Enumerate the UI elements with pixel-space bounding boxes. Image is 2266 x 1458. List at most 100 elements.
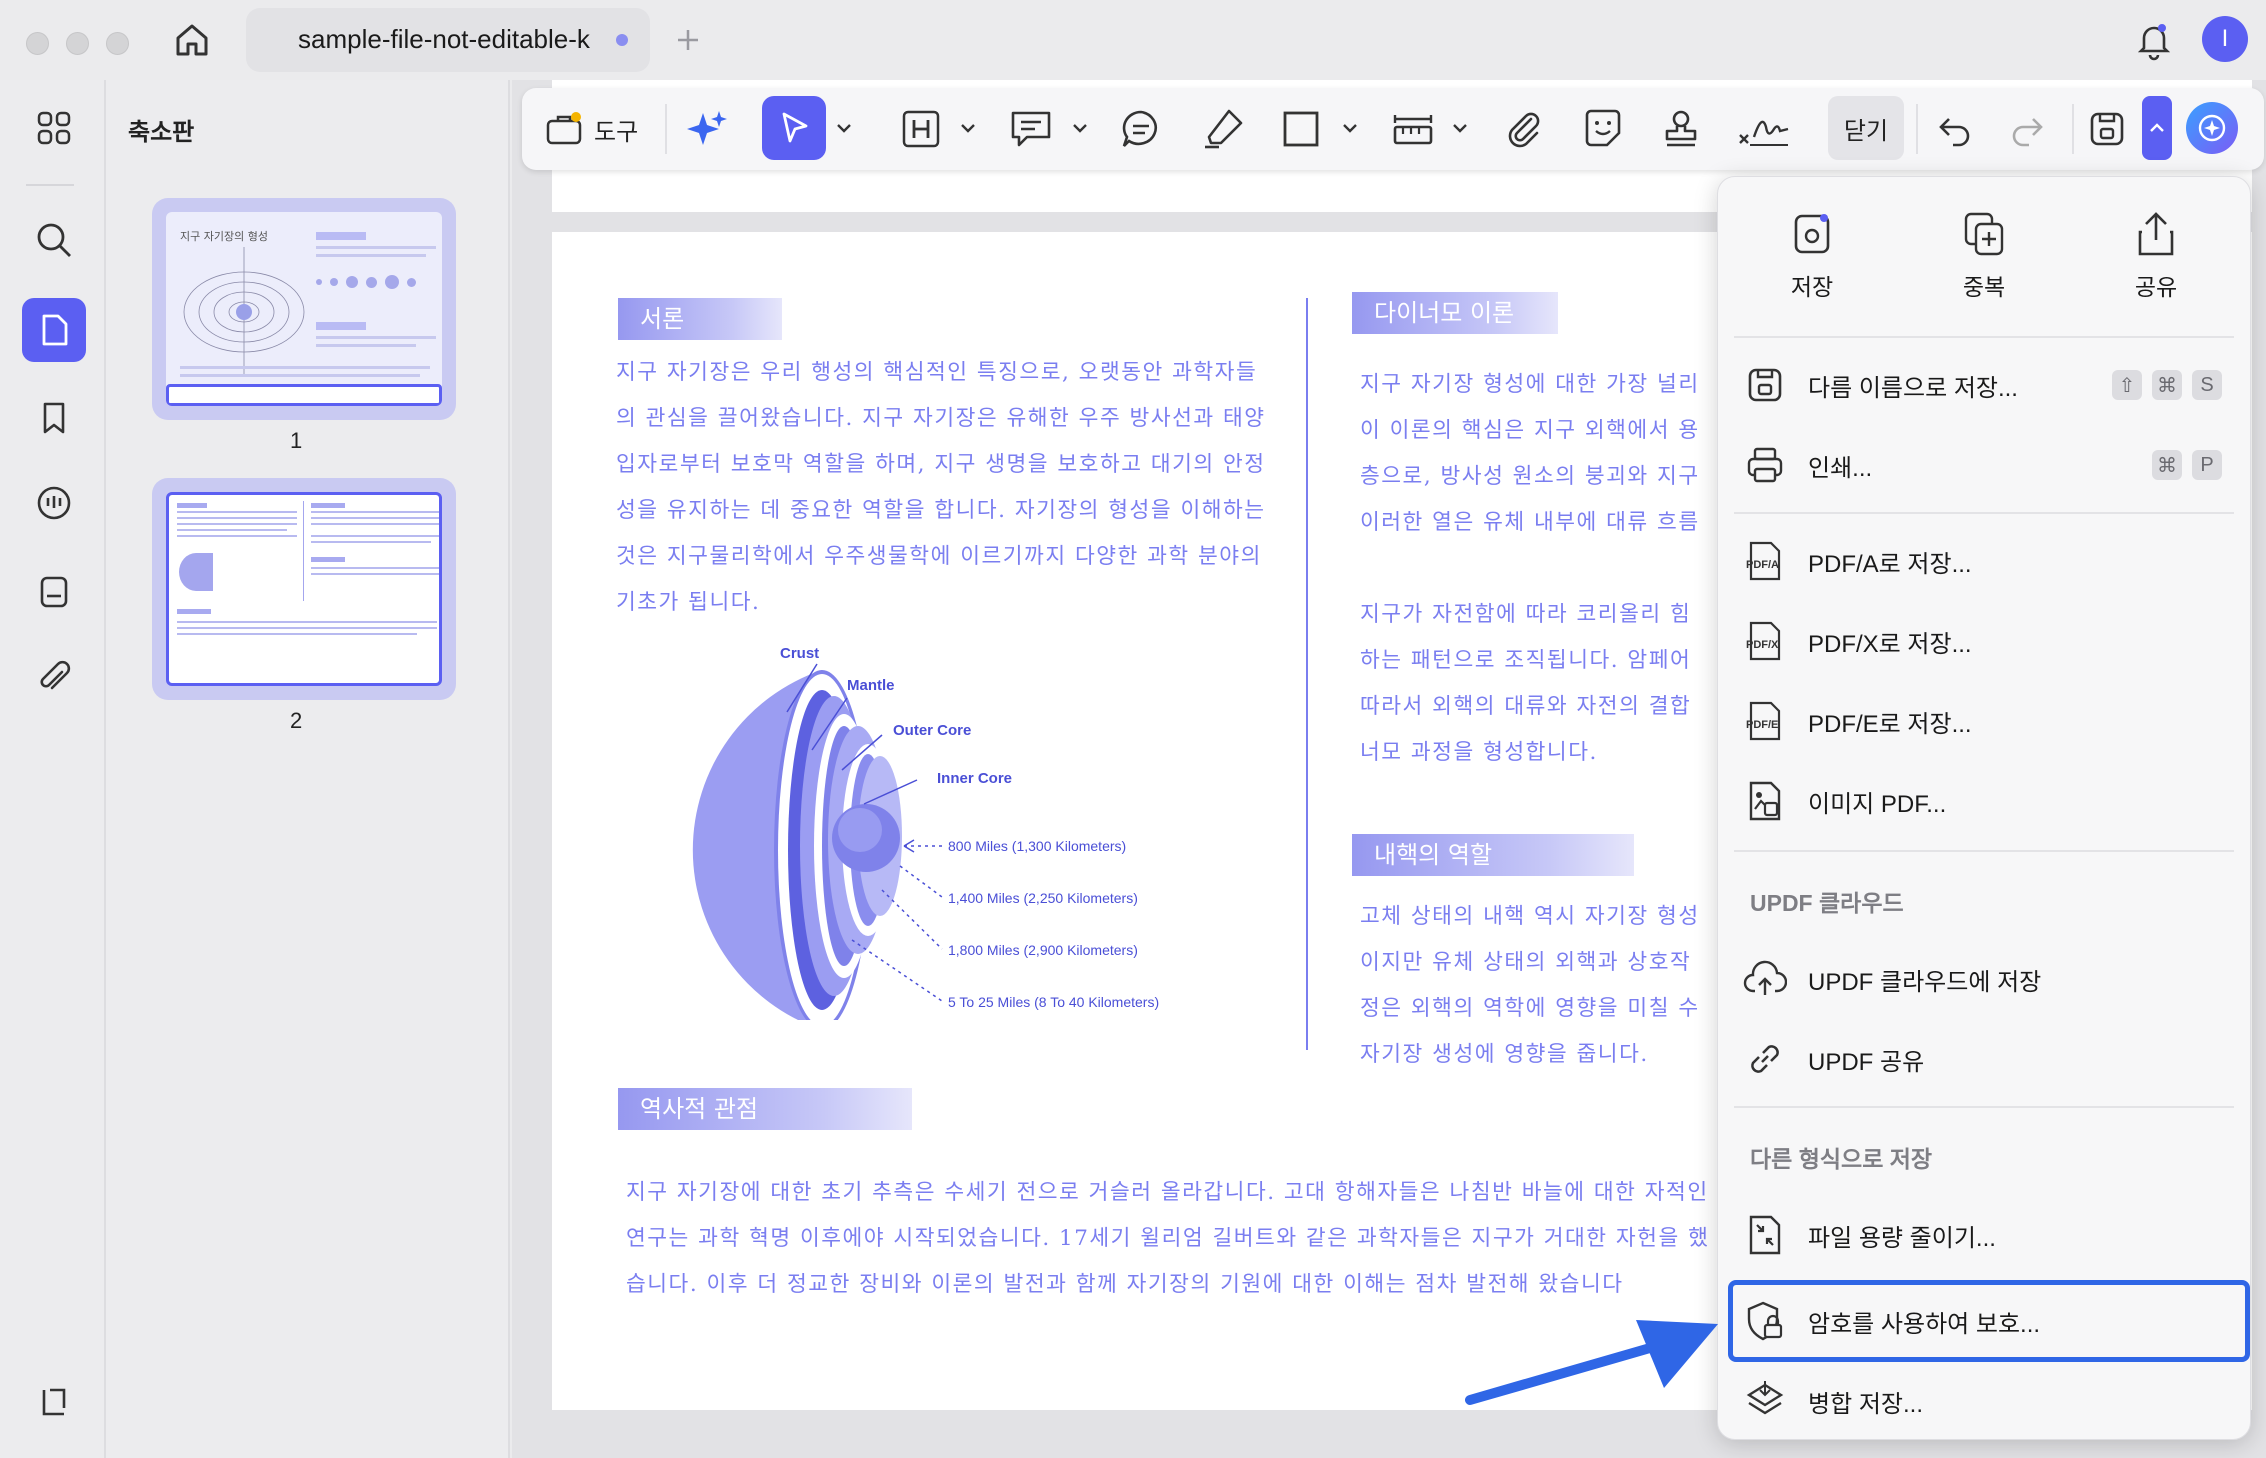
updf-logo-icon[interactable]: [22, 1370, 86, 1434]
signature-icon[interactable]: [1736, 104, 1792, 154]
section-heading-history: 역사적 관점: [618, 1088, 912, 1130]
form-icon[interactable]: [22, 560, 86, 624]
tab-title: sample-file-not-editable-k: [298, 24, 590, 54]
sticker-icon[interactable]: [1578, 104, 1628, 154]
ai-sparkle-icon[interactable]: [682, 104, 732, 154]
image-pdf-label: 이미지 PDF...: [1808, 790, 1947, 818]
menu-separator: [1734, 1106, 2234, 1108]
ai-assistant-icon[interactable]: [2186, 102, 2238, 154]
chevron-down-icon[interactable]: [1340, 118, 1360, 138]
save-icon: [1794, 214, 1830, 254]
diagram-depth: 800 Miles (1,300 Kilometers): [948, 838, 1127, 854]
chevron-down-icon[interactable]: [1070, 118, 1090, 138]
chevron-down-icon[interactable]: [834, 118, 854, 138]
thumbnail-panel-title: 축소판: [128, 119, 195, 146]
pdfa-label: PDF/A로 저장...: [1808, 550, 1972, 578]
diagram-label-crust: Crust: [780, 645, 820, 662]
redo-icon[interactable]: [2002, 104, 2052, 154]
highlighter-icon[interactable]: [1198, 104, 1248, 154]
avatar[interactable]: I: [2202, 16, 2248, 62]
thumbnail-page-number: 2: [290, 708, 303, 733]
measure-ruler-icon[interactable]: [1388, 104, 1438, 154]
toolbar-divider: [665, 104, 667, 154]
menu-item-pdfe[interactable]: PDF/E PDF/E로 저장...: [1730, 684, 2240, 758]
menu-item-flatten[interactable]: 병합 저장...: [1730, 1364, 2240, 1438]
chevron-down-icon[interactable]: [1450, 118, 1470, 138]
chevron-down-icon[interactable]: [958, 118, 978, 138]
home-icon[interactable]: [170, 18, 214, 62]
text-comment-icon[interactable]: [1116, 104, 1166, 154]
diagram-label-inner-core: Inner Core: [937, 770, 1013, 787]
cursor-icon: [782, 112, 808, 143]
attach-file-icon[interactable]: [1498, 104, 1548, 154]
diagram-label-mantle: Mantle: [847, 677, 895, 694]
undo-icon[interactable]: [1930, 104, 1980, 154]
layers-icon: [1746, 1381, 1784, 1415]
section-heading-inner-core: 내핵의 역할: [1352, 834, 1634, 876]
other-formats-header: 다른 형식으로 저장: [1750, 1146, 1933, 1172]
tools-button[interactable]: 도구: [544, 104, 648, 154]
diagram-depth: 1,400 Miles (2,250 Kilometers): [948, 890, 1138, 906]
svg-text:PDF/A: PDF/A: [1746, 559, 1779, 571]
image-pdf-icon: [1749, 781, 1781, 821]
window-close-button[interactable]: [26, 32, 49, 55]
save-as-icon: [1748, 368, 1782, 402]
new-tab-plus-icon[interactable]: [672, 24, 704, 56]
shield-lock-icon: [1747, 1301, 1783, 1341]
menu-item-reduce-size[interactable]: 파일 용량 줄이기...: [1730, 1198, 2240, 1272]
share-icon: [2138, 212, 2174, 256]
menu-item-pdfx[interactable]: PDF/X PDF/X로 저장...: [1730, 604, 2240, 678]
column-divider: [1306, 298, 1308, 1050]
menu-duplicate-button[interactable]: 중복: [1924, 210, 2044, 302]
save-menu-toggle[interactable]: [2142, 96, 2172, 160]
inner-core-paragraph: 고체 상태의 내핵 역시 자기장 형성 이지만 유체 상태의 외핵과 상호작 정…: [1360, 904, 1700, 1067]
menu-item-protect-password[interactable]: 암호를 사용하여 보호...: [1730, 1284, 2240, 1358]
save-disk-icon[interactable]: [2082, 104, 2132, 154]
heading-text-icon[interactable]: [896, 104, 946, 154]
stamp-icon[interactable]: [1656, 104, 1706, 154]
s-key: S: [2192, 370, 2222, 400]
updf-share-label: UPDF 공유: [1808, 1048, 1925, 1076]
protect-label: 암호를 사용하여 보호...: [1808, 1310, 2041, 1338]
menu-item-image-pdf[interactable]: 이미지 PDF...: [1730, 764, 2240, 838]
menu-item-updf-share[interactable]: UPDF 공유: [1730, 1022, 2240, 1096]
window-minimize-button[interactable]: [66, 32, 89, 55]
comments-icon[interactable]: [22, 472, 86, 536]
attachment-icon[interactable]: [22, 646, 86, 710]
rectangle-shape-icon[interactable]: [1276, 104, 1326, 154]
menu-item-print[interactable]: 인쇄... ⌘ P: [1730, 428, 2240, 502]
menu-separator: [1734, 512, 2234, 514]
window-zoom-button[interactable]: [106, 32, 129, 55]
bookmark-icon[interactable]: [22, 386, 86, 450]
rail-divider: [26, 184, 74, 186]
p-key: P: [2192, 450, 2222, 480]
toolbar-divider: [1916, 104, 1918, 154]
menu-share-label: 공유: [2134, 274, 2178, 300]
command-key: ⌘: [2152, 450, 2182, 480]
comment-box-icon[interactable]: [1006, 104, 1056, 154]
thumbnail-page-1[interactable]: 지구 자기장의 형성: [152, 198, 456, 420]
thumbnail-page-2[interactable]: [152, 478, 456, 700]
bell-icon[interactable]: [2132, 18, 2176, 62]
menu-item-pdfa[interactable]: PDF/A PDF/A로 저장...: [1730, 524, 2240, 598]
pdfe-label: PDF/E로 저장...: [1808, 710, 1972, 738]
menu-item-cloud-save[interactable]: UPDF 클라우드에 저장: [1730, 942, 2240, 1016]
menu-save-button[interactable]: 저장: [1752, 210, 1872, 302]
duplicate-icon: [1964, 212, 2004, 256]
section-heading-intro: 서론: [618, 298, 782, 340]
menu-share-button[interactable]: 공유: [2096, 210, 2216, 302]
svg-text:PDF/E: PDF/E: [1746, 719, 1778, 731]
search-icon[interactable]: [22, 208, 86, 272]
select-cursor-button[interactable]: [762, 96, 826, 160]
pdfx-file-icon: PDF/X: [1746, 621, 1781, 661]
menu-duplicate-label: 중복: [1962, 274, 2006, 300]
apps-grid-icon[interactable]: [22, 96, 86, 160]
save-as-label: 다름 이름으로 저장...: [1808, 374, 2018, 402]
close-button[interactable]: 닫기: [1828, 96, 1904, 160]
menu-separator: [1734, 336, 2234, 338]
pointer-arrow-icon: [1465, 1320, 1718, 1405]
pages-icon[interactable]: [22, 298, 86, 362]
compress-file-icon: [1749, 1215, 1781, 1255]
menu-item-save-as[interactable]: 다름 이름으로 저장... ⇧ ⌘ S: [1730, 348, 2240, 422]
intro-paragraph: 지구 자기장은 우리 행성의 핵심적인 특징으로, 오랫동안 과학자들의 관심을…: [616, 360, 1266, 615]
